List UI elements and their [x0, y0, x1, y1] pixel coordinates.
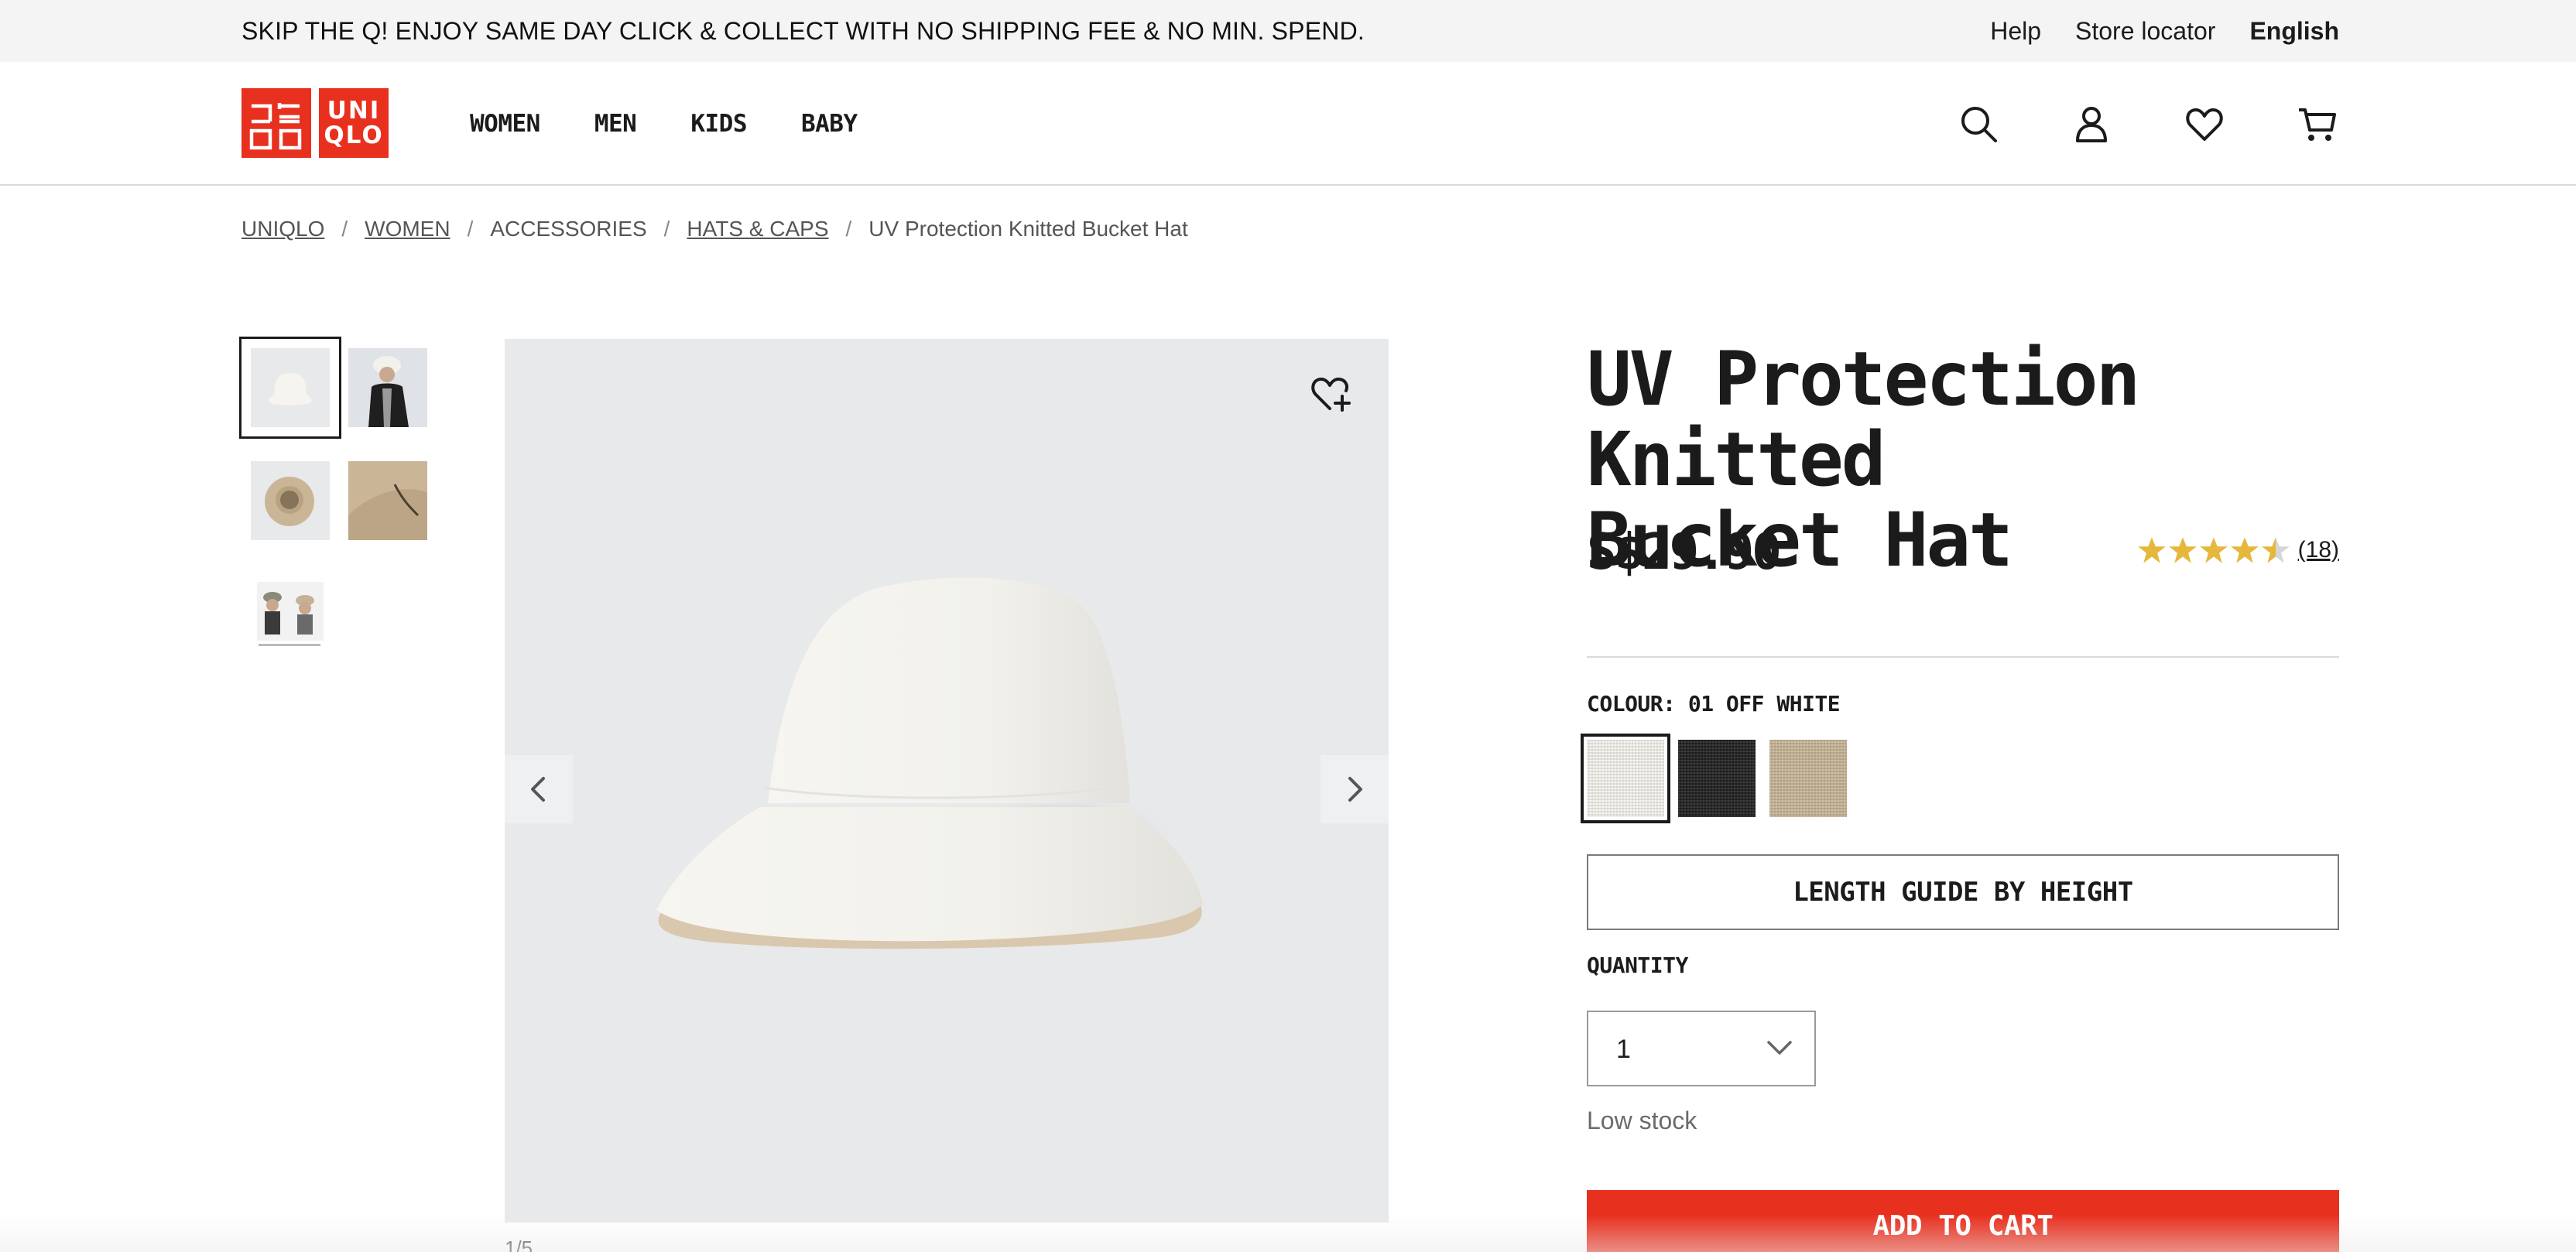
logo-text-top: UNI	[327, 97, 381, 125]
add-to-cart-button[interactable]: ADD TO CART	[1587, 1190, 2339, 1252]
star-icon	[2168, 537, 2197, 563]
katakana-logo-icon	[249, 103, 302, 150]
beige-hat-detail-image	[348, 461, 427, 540]
add-to-wishlist-button[interactable]	[1308, 370, 1355, 416]
model-wearing-hat-image	[348, 348, 427, 427]
quantity-value: 1	[1616, 1035, 1631, 1064]
white-hat-thumbnail-image	[251, 348, 330, 427]
site-header: UNI QLO WOMEN MEN KIDS BABY	[0, 62, 2576, 186]
image-counter: 1/5	[505, 1237, 533, 1252]
swatch-black[interactable]	[1678, 740, 1756, 817]
stock-status: Low stock	[1587, 1107, 1697, 1134]
nav-women[interactable]: WOMEN	[470, 107, 540, 141]
star-icon	[2137, 537, 2166, 563]
main-nav: WOMEN MEN KIDS BABY	[470, 107, 858, 141]
help-link[interactable]: Help	[1990, 15, 2041, 46]
star-icon	[2261, 537, 2290, 563]
chevron-left-icon	[531, 777, 545, 802]
language-selector[interactable]: English	[2249, 15, 2339, 46]
header-actions	[1957, 102, 2339, 145]
breadcrumb: UNIQLO / WOMEN / ACCESSORIES / HATS & CA…	[242, 215, 1188, 243]
length-guide-button[interactable]: LENGTH GUIDE BY HEIGHT	[1587, 854, 2339, 930]
logo-text-mark: UNI QLO	[319, 88, 389, 158]
wishlist-icon[interactable]	[2183, 102, 2226, 145]
breadcrumb-accessories: ACCESSORIES	[490, 217, 647, 241]
star-icon	[2199, 537, 2228, 563]
nav-kids[interactable]: KIDS	[690, 107, 747, 141]
breadcrumb-women[interactable]: WOMEN	[365, 215, 450, 243]
heart-plus-icon	[1311, 378, 1351, 412]
star-rating	[2137, 535, 2290, 565]
promo-bar: SKIP THE Q! ENJOY SAME DAY CLICK & COLLE…	[0, 0, 2576, 62]
swatch-off-white[interactable]	[1581, 734, 1670, 823]
breadcrumb-current: UV Protection Knitted Bucket Hat	[868, 217, 1188, 241]
previous-image-button[interactable]	[505, 755, 573, 823]
breadcrumb-uniqlo[interactable]: UNIQLO	[242, 215, 324, 243]
quantity-label: QUANTITY	[1587, 953, 1688, 978]
promo-text: SKIP THE Q! ENJOY SAME DAY CLICK & COLLE…	[242, 17, 1365, 45]
thumbnail-3[interactable]	[251, 461, 330, 540]
price-row: S$29.90 (18)	[1587, 522, 2339, 583]
breadcrumb-separator: /	[341, 217, 348, 241]
product-rating[interactable]: (18)	[2137, 535, 2339, 565]
swatch-beige[interactable]	[1769, 740, 1847, 817]
nav-men[interactable]: MEN	[594, 107, 637, 141]
off-white-bucket-hat-image	[656, 577, 1203, 949]
colour-swatches	[1581, 734, 1847, 823]
product-info: UV Protection Knitted Bucket Hat S$29.90…	[1581, 336, 2339, 1252]
breadcrumb-hats-caps[interactable]: HATS & CAPS	[687, 215, 828, 243]
thumbnail-2[interactable]	[348, 348, 427, 427]
logo-text-bottom: QLO	[324, 121, 384, 149]
thumbnail-4[interactable]	[348, 461, 427, 540]
review-count-link[interactable]: (18)	[2298, 537, 2339, 563]
breadcrumb-separator: /	[467, 217, 474, 241]
product-title-line-1: UV Protection Knitted	[1587, 336, 2140, 503]
uniqlo-logo[interactable]: UNI QLO	[242, 88, 389, 158]
account-icon[interactable]	[2070, 102, 2113, 145]
thumbnail-1[interactable]	[239, 337, 341, 439]
colour-label: COLOUR: 01 OFF WHITE	[1587, 691, 1841, 717]
chevron-down-icon	[1767, 1041, 1792, 1055]
main-product-image[interactable]	[505, 339, 1389, 1223]
store-locator-link[interactable]: Store locator	[2075, 15, 2215, 46]
logo-katakana-mark	[242, 88, 311, 158]
cart-icon[interactable]	[2296, 102, 2339, 145]
thumbnail-5[interactable]	[251, 574, 330, 653]
breadcrumb-separator: /	[663, 217, 670, 241]
star-icon	[2230, 537, 2259, 563]
search-icon[interactable]	[1957, 102, 2000, 145]
product-price: S$29.90	[1587, 524, 1782, 581]
next-image-button[interactable]	[1321, 755, 1389, 823]
section-divider	[1587, 656, 2339, 658]
chevron-right-icon	[1348, 777, 1362, 802]
quantity-select[interactable]: 1	[1587, 1011, 1816, 1086]
beige-hat-top-image	[251, 461, 330, 540]
size-chart-image	[251, 574, 330, 653]
breadcrumb-separator: /	[845, 217, 852, 241]
utility-links: Help Store locator English	[1990, 15, 2339, 46]
nav-baby[interactable]: BABY	[801, 107, 858, 141]
